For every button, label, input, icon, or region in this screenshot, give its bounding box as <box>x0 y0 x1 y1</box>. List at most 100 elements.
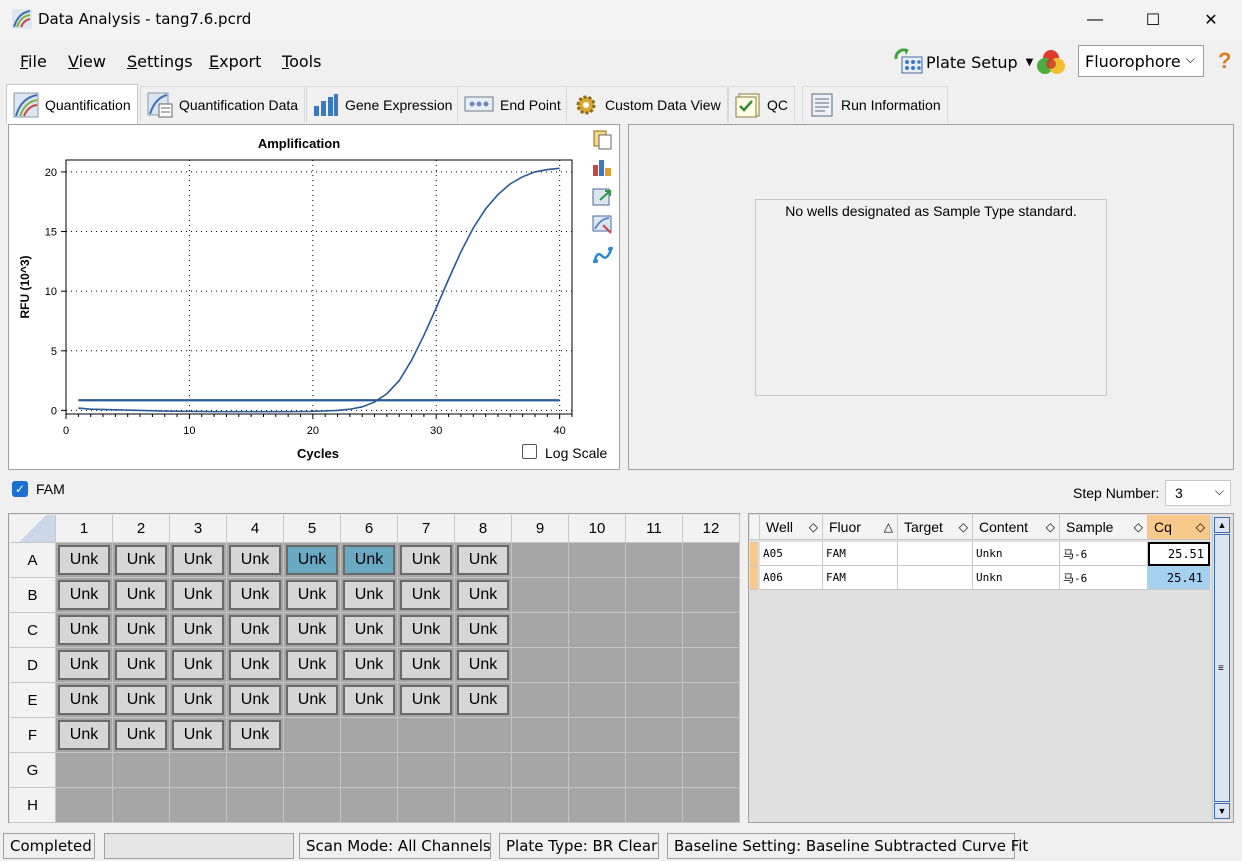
cell-sample[interactable]: 马-6 <box>1060 566 1148 590</box>
plate-well[interactable] <box>341 753 398 788</box>
export-chart-icon[interactable] <box>592 187 614 207</box>
plate-well[interactable]: Unk <box>56 683 113 718</box>
plate-column-header[interactable]: 12 <box>683 515 740 543</box>
plate-well[interactable] <box>683 753 740 788</box>
plate-well[interactable] <box>569 753 626 788</box>
plate-well[interactable]: Unk <box>56 718 113 753</box>
plate-column-header[interactable]: 6 <box>341 515 398 543</box>
fam-checkbox[interactable]: ✓ <box>12 481 28 497</box>
plate-row-header[interactable]: E <box>10 683 56 718</box>
plate-column-header[interactable]: 1 <box>56 515 113 543</box>
chart-colors-icon[interactable] <box>592 157 614 177</box>
plate-well[interactable] <box>683 648 740 683</box>
plate-well[interactable]: Unk <box>227 543 284 578</box>
header-fluor[interactable]: Fluor △ <box>823 515 898 540</box>
maximize-button[interactable]: ☐ <box>1124 0 1182 40</box>
plate-well[interactable] <box>341 718 398 753</box>
plate-well[interactable]: Unk <box>398 683 455 718</box>
plate-well[interactable]: Unk <box>341 683 398 718</box>
plate-well[interactable] <box>683 543 740 578</box>
plate-well[interactable] <box>569 613 626 648</box>
plate-well[interactable]: Unk <box>341 648 398 683</box>
plate-well[interactable] <box>284 753 341 788</box>
cell-well[interactable]: A05 <box>760 542 823 566</box>
plate-well[interactable] <box>113 788 170 823</box>
plate-column-header[interactable]: 11 <box>626 515 683 543</box>
plate-well[interactable]: Unk <box>227 578 284 613</box>
tab-end-point[interactable]: End Point <box>457 86 568 122</box>
plate-column-header[interactable]: 3 <box>170 515 227 543</box>
plate-well[interactable] <box>626 648 683 683</box>
plate-well[interactable] <box>626 753 683 788</box>
plate-well[interactable] <box>455 718 512 753</box>
amplification-chart[interactable]: Amplification 0 10 20 30 40 0 5 10 15 20 Cycles R… <box>9 125 587 469</box>
plate-well[interactable]: Unk <box>455 613 512 648</box>
step-number-select[interactable]: 3 ⌵ <box>1165 480 1231 506</box>
plate-well[interactable]: Unk <box>170 718 227 753</box>
plate-well[interactable]: Unk <box>170 543 227 578</box>
plate-column-header[interactable]: 4 <box>227 515 284 543</box>
plate-setup-dropdown-icon[interactable]: ▼ <box>1026 57 1034 68</box>
plate-well[interactable]: Unk <box>113 578 170 613</box>
plate-well[interactable]: Unk <box>284 613 341 648</box>
plate-well[interactable]: Unk <box>56 578 113 613</box>
plate-well[interactable] <box>512 753 569 788</box>
plate-column-header[interactable]: 10 <box>569 515 626 543</box>
plate-well[interactable] <box>284 788 341 823</box>
cell-target[interactable] <box>898 542 973 566</box>
log-scale-checkbox[interactable] <box>522 444 537 459</box>
plate-well[interactable]: Unk <box>455 578 512 613</box>
plate-well[interactable] <box>569 543 626 578</box>
plate-well[interactable] <box>512 578 569 613</box>
plate-well[interactable]: Unk <box>113 683 170 718</box>
plate-well[interactable]: Unk <box>227 613 284 648</box>
plate-well[interactable] <box>683 578 740 613</box>
menu-view[interactable]: View <box>68 52 106 71</box>
plate-well[interactable] <box>398 753 455 788</box>
plate-well[interactable]: Unk <box>398 613 455 648</box>
zoom-chart-icon[interactable] <box>592 214 614 234</box>
menu-export[interactable]: Export <box>209 52 261 71</box>
help-icon[interactable]: ? <box>1218 48 1231 74</box>
menu-settings[interactable]: Settings <box>127 52 193 71</box>
header-cq[interactable]: Cq ◇ <box>1148 515 1210 540</box>
plate-column-header[interactable]: 5 <box>284 515 341 543</box>
menu-tools[interactable]: Tools <box>282 52 321 71</box>
plate-row-header[interactable]: F <box>10 718 56 753</box>
plate-well[interactable] <box>683 718 740 753</box>
plate-well[interactable] <box>626 718 683 753</box>
plate-well[interactable]: Unk <box>227 683 284 718</box>
plate-well[interactable] <box>569 718 626 753</box>
plate-well[interactable] <box>170 788 227 823</box>
plate-well[interactable] <box>512 718 569 753</box>
plate-well[interactable]: Unk <box>398 578 455 613</box>
plate-well[interactable]: Unk <box>113 718 170 753</box>
plate-well[interactable]: Unk <box>170 648 227 683</box>
tab-quantification[interactable]: Quantification <box>6 84 138 124</box>
plate-well[interactable]: Unk <box>455 543 512 578</box>
plate-row-header[interactable]: H <box>10 788 56 823</box>
plate-well[interactable]: Unk <box>398 543 455 578</box>
plate-row-header[interactable]: D <box>10 648 56 683</box>
plate-well[interactable] <box>683 613 740 648</box>
cell-fluor[interactable]: FAM <box>823 542 898 566</box>
cell-content[interactable]: Unkn <box>973 542 1060 566</box>
plate-column-header[interactable]: 9 <box>512 515 569 543</box>
plate-select-all[interactable] <box>10 515 56 543</box>
plate-well[interactable] <box>398 718 455 753</box>
plate-well[interactable] <box>569 788 626 823</box>
plate-well[interactable] <box>569 648 626 683</box>
plate-well[interactable] <box>170 753 227 788</box>
curve-settings-icon[interactable] <box>592 244 614 266</box>
plate-well[interactable]: Unk <box>455 648 512 683</box>
plate-well[interactable] <box>569 578 626 613</box>
plate-row-header[interactable]: B <box>10 578 56 613</box>
plate-well[interactable]: Unk <box>455 683 512 718</box>
plate-well[interactable] <box>569 683 626 718</box>
plate-well[interactable] <box>284 718 341 753</box>
plate-setup-button[interactable]: Plate Setup ▼ <box>892 47 1033 77</box>
cell-well[interactable]: A06 <box>760 566 823 590</box>
plate-column-header[interactable]: 8 <box>455 515 512 543</box>
minimize-button[interactable]: — <box>1066 0 1124 40</box>
plate-well[interactable]: Unk <box>341 578 398 613</box>
